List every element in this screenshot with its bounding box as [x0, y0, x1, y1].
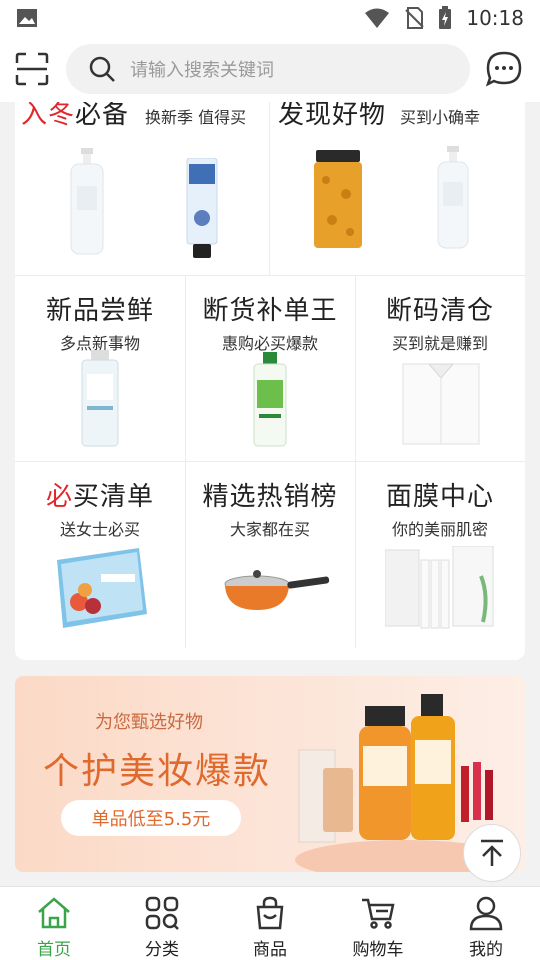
promo-title: 发现好物: [278, 102, 387, 130]
promo-subtitle: 买到就是赚到: [391, 334, 488, 353]
back-to-top-button[interactable]: [463, 824, 521, 882]
promo-bestsellers[interactable]: 精选热销榜 大家都在买: [185, 462, 355, 648]
clock: 10:18: [466, 6, 524, 30]
promo-subtitle: 你的美丽肌密: [391, 520, 488, 539]
top-header: 请输入搜索关键词: [0, 36, 540, 102]
home-icon: [38, 897, 70, 929]
arrow-up-icon: [481, 839, 503, 866]
promo-subtitle: 买到小确幸: [400, 108, 481, 127]
gallery-notification-icon: [17, 9, 37, 27]
promo-winter-essentials[interactable]: 入冬必备 换新季 值得买: [15, 102, 270, 275]
promo-subtitle: 换新季 值得买: [145, 108, 247, 127]
nav-cart[interactable]: 购物车: [324, 887, 432, 960]
promo-subtitle: 送女士必买: [59, 520, 140, 539]
promo-title: 必买清单: [45, 482, 155, 512]
banner-price-pill: 单品低至5.5元: [61, 800, 241, 836]
cart-icon: [362, 898, 395, 929]
scan-button[interactable]: [12, 49, 52, 89]
nav-label: 购物车: [352, 940, 404, 960]
nav-label: 我的: [469, 940, 503, 960]
promo-restock-king[interactable]: 断货补单王 惠购必买爆款: [185, 276, 355, 462]
banner-title: 个护美妆爆款: [43, 751, 272, 792]
gift-box-image: [57, 548, 147, 628]
category-icon: [145, 896, 179, 930]
promo-clearance[interactable]: 断码清仓 买到就是赚到: [355, 276, 525, 462]
promo-title: 精选热销榜: [202, 482, 338, 512]
frying-pan-image: [224, 570, 330, 610]
promo-title: 断码清仓: [385, 296, 494, 326]
beauty-promo-banner[interactable]: 为您甄选好物 个护美妆爆款 单品低至5.5元: [15, 676, 525, 872]
battery-charging-icon: [439, 6, 452, 29]
nav-label: 首页: [37, 940, 71, 960]
nav-label: 分类: [145, 940, 179, 960]
promo-subtitle: 大家都在买: [229, 520, 310, 539]
search-icon: [89, 56, 115, 82]
profile-icon: [469, 896, 503, 931]
nav-home[interactable]: 首页: [0, 887, 108, 960]
message-button[interactable]: [484, 49, 524, 89]
search-input[interactable]: 请输入搜索关键词: [66, 44, 470, 94]
promo-title: 入冬必备: [21, 102, 130, 130]
promo-new-arrivals[interactable]: 新品尝鲜 多点新事物: [15, 276, 185, 462]
nav-products[interactable]: 商品: [216, 887, 324, 960]
bottom-nav: 首页 分类 商品 购物车 我的: [0, 886, 540, 960]
promo-title: 断货补单王: [202, 296, 338, 326]
white-shirt-image: [402, 363, 480, 445]
scan-icon: [15, 52, 49, 86]
lotion-bottle-image: [70, 148, 104, 255]
lotion-bottle-image: [437, 146, 469, 249]
promo-subtitle: 惠购必买爆款: [221, 334, 318, 353]
micellar-water-image: [81, 350, 119, 447]
status-bar: 10:18: [0, 0, 540, 36]
nav-profile[interactable]: 我的: [432, 887, 540, 960]
wifi-icon: [365, 8, 390, 28]
search-placeholder: 请输入搜索关键词: [130, 60, 274, 81]
nav-label: 商品: [253, 940, 287, 960]
snack-jar-image: [314, 150, 362, 248]
promo-title: 新品尝鲜: [45, 296, 154, 326]
promo-must-buy-list[interactable]: 必买清单 送女士必买: [15, 462, 185, 648]
promo-discover-goods[interactable]: 发现好物 买到小确幸: [270, 102, 525, 275]
face-mask-packs-image: [385, 546, 494, 629]
promo-mask-center[interactable]: 面膜中心 你的美丽肌密: [355, 462, 525, 648]
promo-grid-card: 入冬必备 换新季 值得买 发现好物 买到小确幸 新品尝鲜 多点新事物 断货补单王…: [15, 102, 525, 660]
hand-cream-tube-image: [186, 158, 218, 258]
nav-category[interactable]: 分类: [108, 887, 216, 960]
no-sim-icon: [405, 7, 425, 29]
shopping-bag-icon: [256, 896, 284, 930]
promo-title: 面膜中心: [385, 482, 494, 512]
banner-kicker: 为您甄选好物: [95, 712, 203, 733]
chat-bubble-icon: [485, 51, 522, 87]
detergent-bottle-image: [253, 352, 287, 447]
